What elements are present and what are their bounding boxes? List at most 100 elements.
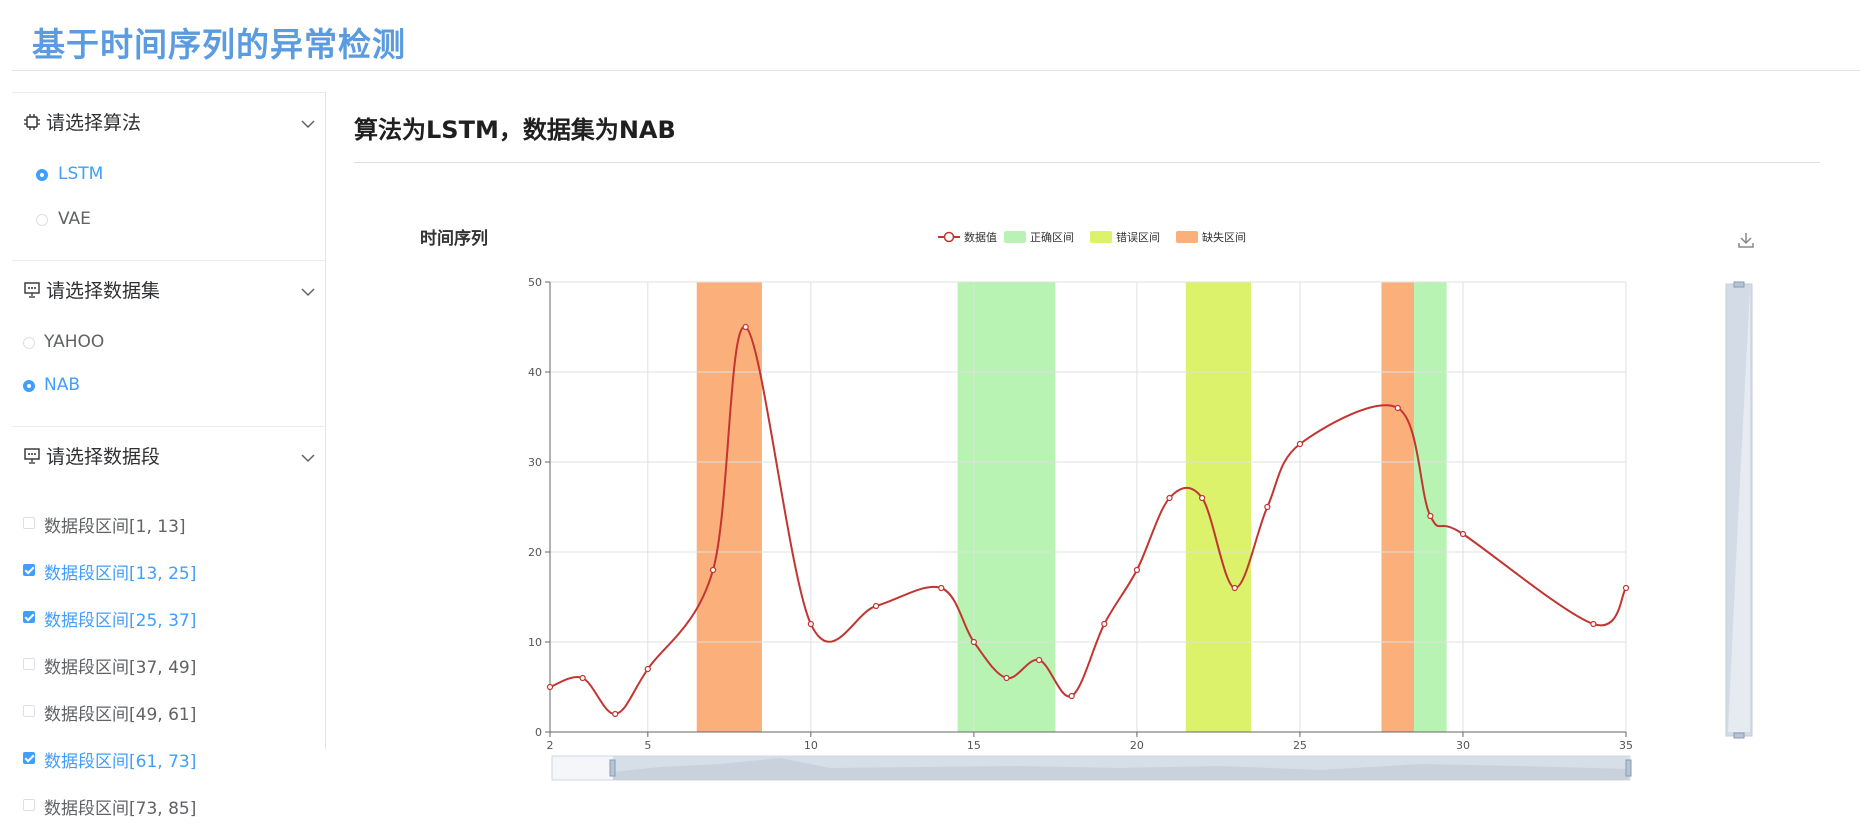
- y-tick-label: 50: [528, 276, 542, 289]
- segment-checkbox[interactable]: [23, 658, 35, 670]
- data-point: [1427, 512, 1434, 520]
- data-point: [709, 566, 717, 574]
- segment-option-label: 数据段区间[25, 37]: [44, 611, 197, 631]
- presentation-icon: [24, 448, 40, 464]
- chart-axes: 2 5 10 15 20 25 30 3501020304050: [528, 276, 1633, 752]
- data-point: [807, 620, 814, 628]
- algorithm-section-header[interactable]: 请选择算法: [12, 93, 325, 151]
- segment-option[interactable]: 数据段区间[13, 25]: [12, 546, 325, 593]
- radio-lstm[interactable]: [36, 169, 48, 181]
- dataset-section-header[interactable]: 请选择数据集: [12, 261, 325, 319]
- segment-option[interactable]: 数据段区间[49, 61]: [12, 687, 325, 734]
- chevron-down-icon[interactable]: [301, 117, 315, 131]
- data-point: [546, 683, 554, 691]
- data-point: [1394, 404, 1401, 412]
- data-point: [872, 602, 880, 610]
- dataset-section-title: 请选择数据集: [46, 280, 161, 302]
- data-point: [970, 638, 977, 646]
- missing-interval-band: [1381, 282, 1415, 732]
- zoom-handle-top[interactable]: [1733, 281, 1745, 288]
- segment-section-title: 请选择数据段: [46, 446, 161, 468]
- data-point: [1003, 674, 1010, 682]
- data-point: [1035, 656, 1043, 664]
- segment-checkbox[interactable]: [23, 752, 35, 764]
- sidebar: 请选择算法 LSTM VAE 请选择数据集 YAHOO NAB 请选择数据段 数…: [12, 92, 326, 819]
- chevron-down-icon[interactable]: [301, 451, 315, 465]
- chart-legend[interactable]: 数据值 正确区间 错误区间 缺失区间: [938, 230, 1246, 244]
- segment-option-label: 数据段区间[1, 13]: [44, 517, 186, 537]
- segment-option-label: 数据段区间[73, 85]: [44, 799, 197, 819]
- y-tick-label: 40: [528, 366, 542, 379]
- data-point: [1199, 494, 1206, 502]
- algorithm-option-label: LSTM: [58, 164, 104, 184]
- algorithm-option-vae[interactable]: VAE: [12, 196, 325, 241]
- x-tick-label: 10: [804, 739, 818, 752]
- chart-title: 时间序列: [420, 228, 488, 249]
- segment-checkbox[interactable]: [23, 517, 35, 529]
- correct-interval-band: [957, 282, 1056, 732]
- legend-point-symbol: [943, 231, 955, 243]
- data-point: [1264, 503, 1271, 511]
- x-tick-label: 30: [1456, 739, 1470, 752]
- interval-bands: [696, 282, 1447, 732]
- segment-option-label: 数据段区间[49, 61]: [44, 705, 197, 725]
- y-tick-label: 20: [528, 546, 542, 559]
- segment-option-label: 数据段区间[37, 49]: [44, 658, 197, 678]
- y-tick-label: 10: [528, 636, 542, 649]
- segment-checkbox[interactable]: [23, 705, 35, 717]
- segment-section: 请选择数据段 数据段区间[1, 13] 数据段区间[13, 25] 数据段区间[…: [12, 427, 325, 828]
- data-point: [1068, 692, 1075, 700]
- segment-option[interactable]: 数据段区间[25, 37]: [12, 593, 325, 640]
- zoom-handle-left[interactable]: [609, 759, 616, 777]
- segment-option-label: 数据段区间[13, 25]: [44, 564, 197, 584]
- algorithm-section-title: 请选择算法: [46, 112, 142, 134]
- data-point: [1166, 494, 1173, 502]
- dataset-option-yahoo[interactable]: YAHOO: [12, 319, 325, 362]
- legend-label: 缺失区间: [1202, 230, 1246, 244]
- main-heading: 算法为LSTM，数据集为NAB: [354, 116, 676, 144]
- data-point: [644, 665, 651, 673]
- segment-option[interactable]: 数据段区间[73, 85]: [12, 781, 325, 828]
- data-point: [742, 323, 749, 331]
- segment-option[interactable]: 数据段区间[1, 13]: [12, 499, 325, 546]
- algorithm-option-lstm[interactable]: LSTM: [12, 151, 325, 196]
- y-tick-label: 30: [528, 456, 542, 469]
- x-tick-label: 5: [644, 739, 651, 752]
- data-point: [1622, 584, 1630, 592]
- chevron-down-icon[interactable]: [301, 285, 315, 299]
- data-point: [1231, 584, 1238, 592]
- radio-yahoo[interactable]: [23, 337, 35, 349]
- segment-section-header[interactable]: 请选择数据段: [12, 427, 325, 485]
- presentation-icon: [24, 282, 40, 298]
- title-divider: [12, 70, 1860, 71]
- segment-option[interactable]: 数据段区间[61, 73]: [12, 734, 325, 781]
- segment-option[interactable]: 数据段区间[37, 49]: [12, 640, 325, 687]
- algorithm-section: 请选择算法 LSTM VAE: [12, 93, 325, 260]
- data-point: [1459, 530, 1467, 538]
- legend-label: 数据值: [964, 230, 997, 244]
- algorithm-option-label: VAE: [58, 209, 91, 229]
- segment-checkbox[interactable]: [23, 564, 35, 576]
- legend-label: 错误区间: [1116, 230, 1160, 244]
- radio-nab[interactable]: [23, 380, 35, 392]
- legend-swatch: [1090, 231, 1112, 243]
- x-tick-label: 35: [1619, 739, 1633, 752]
- segment-checkbox[interactable]: [23, 611, 35, 623]
- legend-swatch: [1004, 231, 1026, 243]
- zoom-handle-bottom[interactable]: [1733, 732, 1745, 739]
- dataset-option-nab[interactable]: NAB: [12, 362, 325, 405]
- segment-option-label: 数据段区间[61, 73]: [44, 752, 197, 772]
- dataset-option-label: NAB: [44, 375, 81, 395]
- correct-interval-band: [1414, 282, 1447, 732]
- page-title: 基于时间序列的异常检测: [32, 25, 406, 64]
- radio-vae[interactable]: [36, 214, 48, 226]
- data-point: [1296, 440, 1304, 448]
- missing-interval-band: [696, 282, 762, 732]
- legend-label: 正确区间: [1030, 231, 1074, 244]
- segment-checkbox[interactable]: [23, 799, 35, 811]
- zoom-handle-right[interactable]: [1625, 759, 1632, 777]
- data-point: [938, 584, 945, 592]
- chip-icon: [24, 114, 40, 130]
- data-point: [579, 674, 586, 682]
- legend-swatch: [1176, 231, 1198, 243]
